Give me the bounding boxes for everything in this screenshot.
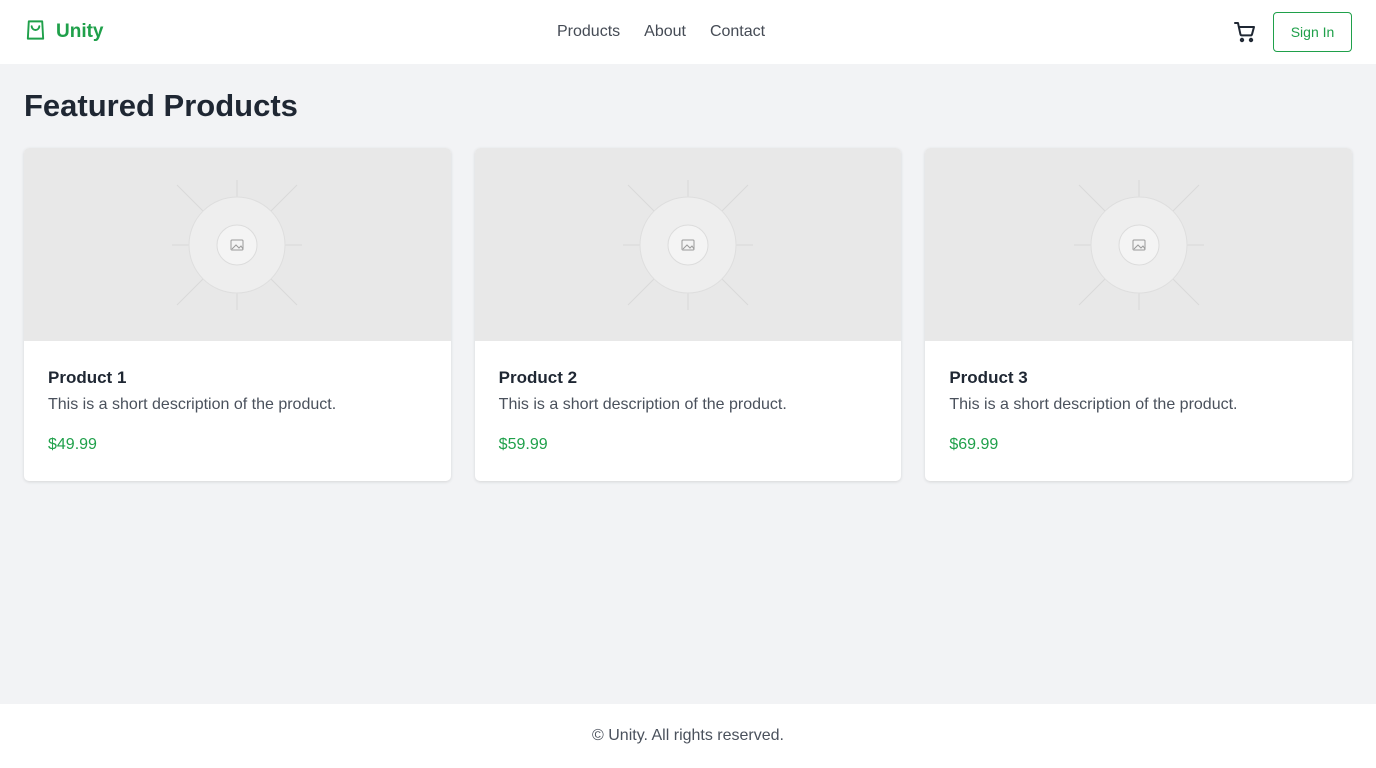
image-placeholder-icon [1073, 179, 1204, 310]
product-image-placeholder [474, 148, 902, 341]
image-placeholder-icon [172, 179, 303, 310]
product-description: This is a short description of the produ… [498, 396, 787, 413]
nav-products[interactable]: Products [557, 23, 620, 41]
page-title: Featured Products [24, 88, 298, 123]
product-title: Product 3 [949, 368, 1028, 387]
copyright-text: © Unity. All rights reserved. [592, 727, 784, 744]
product-card[interactable]: Product 1 This is a short description of… [24, 148, 451, 481]
product-grid: Product 1 This is a short description of… [24, 148, 1353, 481]
main-nav: Products About Contact [557, 0, 765, 64]
sign-in-button[interactable]: Sign In [1273, 12, 1352, 52]
product-title: Product 2 [498, 368, 578, 387]
product-card[interactable]: Product 3 This is a short description of… [925, 148, 1353, 481]
product-title: Product 1 [48, 368, 127, 387]
image-placeholder-icon [623, 179, 753, 310]
brand-logo-link[interactable]: Unity [24, 0, 104, 64]
shopping-bag-icon [24, 18, 47, 47]
site-footer: © Unity. All rights reserved. [0, 704, 1376, 768]
product-price: $69.99 [949, 436, 999, 453]
product-image-placeholder [925, 148, 1353, 341]
product-description: This is a short description of the produ… [48, 396, 337, 413]
cart-icon[interactable] [1233, 20, 1257, 44]
product-price: $59.99 [498, 436, 548, 453]
site-header: Unity Products About Contact Sign In [0, 0, 1376, 64]
nav-about[interactable]: About [644, 23, 686, 41]
product-card[interactable]: Product 2 This is a short description of… [474, 148, 902, 481]
product-description: This is a short description of the produ… [949, 396, 1238, 413]
product-image-placeholder [24, 148, 451, 341]
nav-contact[interactable]: Contact [710, 23, 765, 41]
brand-name: Unity [56, 21, 104, 42]
product-price: $49.99 [48, 436, 97, 453]
